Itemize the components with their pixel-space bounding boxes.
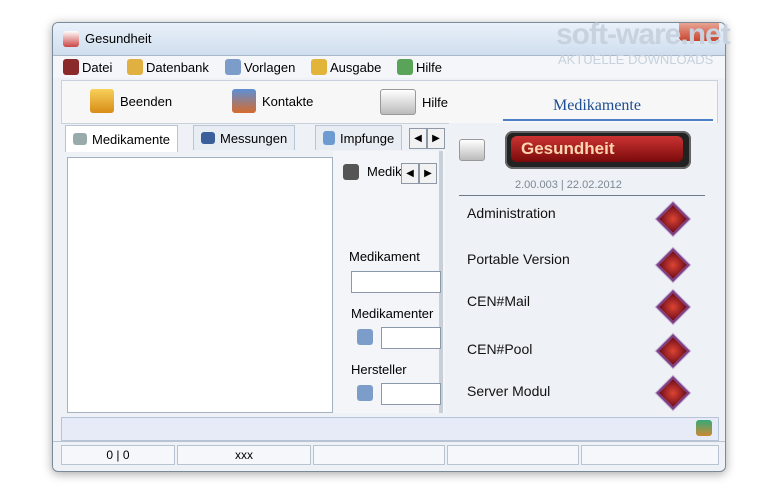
output-icon [311, 59, 327, 75]
copy-icon[interactable] [357, 385, 373, 401]
menu-label: Vorlagen [244, 59, 296, 75]
tab-label: Medikamente [92, 131, 171, 147]
menu-label: Datei [82, 59, 113, 75]
status-bar: 0 | 0 xxx [53, 441, 725, 468]
details-scroll-left-button[interactable]: ◀ [401, 163, 419, 184]
contacts-icon [232, 89, 256, 113]
tab-impfungen[interactable]: Impfunge [315, 125, 403, 150]
status-cell [447, 445, 579, 465]
menu-label: Datenbank [146, 59, 209, 75]
database-icon [127, 59, 143, 75]
item-cenmail-label: CEN#Mail [467, 293, 531, 309]
status-cell [313, 445, 445, 465]
logo-text: Gesundheit [511, 136, 683, 162]
menu-datenbank[interactable]: Datenbank [127, 59, 209, 75]
tab-medikamente[interactable]: Medikamente [65, 125, 179, 152]
beenden-button[interactable]: Beenden [90, 89, 172, 113]
administration-button[interactable] [656, 202, 690, 236]
tab-scroll-right-button[interactable]: ▶ [427, 128, 445, 149]
info-strip [61, 417, 719, 441]
item-server-label: Server Modul [467, 383, 551, 399]
brand-logo: Gesundheit [505, 131, 691, 169]
app-icon [63, 31, 79, 47]
medikamenter-field[interactable] [381, 327, 441, 349]
hilfe-button[interactable]: Hilfe [380, 89, 448, 115]
status-count: 0 | 0 [61, 445, 175, 465]
section-title: Medikamente [553, 97, 641, 114]
medication-list[interactable] [67, 157, 333, 413]
book-icon [63, 59, 79, 75]
tab-strip: Medikamente Messungen Impfunge ◀ ▶ [61, 125, 447, 152]
tab-scroll-left-button[interactable]: ◀ [409, 128, 427, 149]
divider [459, 195, 705, 196]
portable-version-button[interactable] [656, 248, 690, 282]
status-user: xxx [177, 445, 311, 465]
status-cell [581, 445, 719, 465]
pills-icon [73, 133, 87, 145]
item-cenpool-label: CEN#Pool [467, 341, 533, 357]
watermark-tagline: AKTUELLE DOWNLOADS [558, 52, 714, 67]
flask-icon [323, 131, 335, 145]
server-modul-button[interactable] [656, 376, 690, 410]
section-underline [503, 119, 713, 121]
medikament-label: Medikament [349, 249, 420, 264]
details-panel: Medik ◀ ▶ Medikament Medikamenter Herste… [333, 151, 445, 413]
window-title: Gesundheit [85, 31, 152, 46]
first-aid-kit-icon [459, 139, 485, 161]
home-icon [90, 89, 114, 113]
item-administration-label: Administration [467, 205, 556, 221]
tab-messungen[interactable]: Messungen [193, 125, 296, 150]
menu-label: Hilfe [416, 59, 443, 75]
tools-icon[interactable] [696, 420, 712, 436]
hersteller-field[interactable] [381, 383, 441, 405]
first-aid-kit-icon [380, 89, 416, 115]
launcher-panel: Gesundheit 2.00.003 | 22.02.2012 Adminis… [449, 123, 719, 417]
record-icon [343, 164, 359, 180]
watermark-logo: soft-ware.net [556, 18, 731, 51]
menu-vorlagen[interactable]: Vorlagen [225, 59, 295, 75]
item-portable-label: Portable Version [467, 251, 570, 267]
menu-hilfe[interactable]: Hilfe [397, 59, 442, 75]
hilfe-label: Hilfe [422, 94, 449, 110]
app-window: Gesundheit Datei Datenbank Vorlagen Ausg… [52, 22, 726, 472]
cen-pool-button[interactable] [656, 334, 690, 368]
tab-label: Impfunge [340, 130, 395, 146]
menu-datei[interactable]: Datei [63, 59, 112, 75]
details-scroll-right-button[interactable]: ▶ [419, 163, 437, 184]
hersteller-label: Hersteller [351, 362, 407, 377]
kontakte-button[interactable]: Kontakte [232, 89, 313, 113]
kontakte-label: Kontakte [262, 93, 314, 109]
details-tab-label: Medik [367, 164, 402, 179]
medikamenter-label: Medikamenter [351, 306, 434, 321]
cen-mail-button[interactable] [656, 290, 690, 324]
medikament-field[interactable] [351, 271, 441, 293]
help-icon [397, 59, 413, 75]
chart-icon [201, 132, 215, 144]
menu-label: Ausgabe [330, 59, 382, 75]
tab-label: Messungen [220, 130, 288, 146]
version-label: 2.00.003 | 22.02.2012 [515, 179, 622, 191]
copy-icon[interactable] [357, 329, 373, 345]
templates-icon [225, 59, 241, 75]
beenden-label: Beenden [120, 93, 173, 109]
menu-ausgabe[interactable]: Ausgabe [311, 59, 381, 75]
